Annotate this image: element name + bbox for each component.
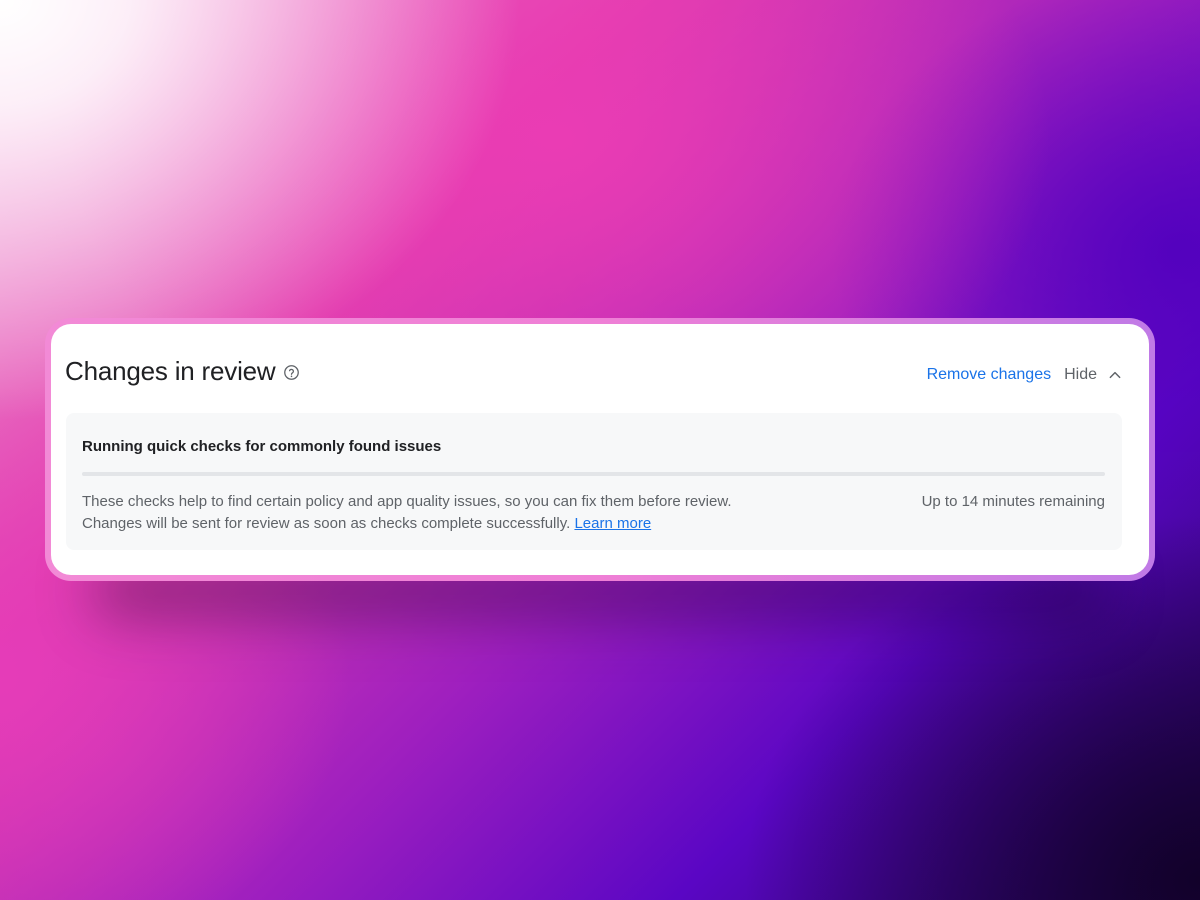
card-header: Changes in review Remove changes Hide: [65, 351, 1129, 391]
remove-changes-button[interactable]: Remove changes: [927, 366, 1052, 384]
checks-description-line1: These checks help to find certain policy…: [82, 493, 732, 510]
header-actions: Remove changes Hide: [927, 366, 1129, 384]
checks-panel: Running quick checks for commonly found …: [66, 413, 1122, 550]
card-title: Changes in review: [65, 355, 276, 386]
learn-more-link[interactable]: Learn more: [574, 515, 651, 532]
checks-description: These checks help to find certain policy…: [82, 491, 862, 535]
time-remaining: Up to 14 minutes remaining: [921, 493, 1105, 510]
hide-button-label: Hide: [1064, 366, 1097, 383]
chevron-up-icon: [1107, 367, 1123, 383]
checks-title: Running quick checks for commonly found …: [82, 438, 442, 455]
checks-description-line2: Changes will be sent for review as soon …: [82, 515, 571, 532]
changes-in-review-card: Changes in review Remove changes Hide Ru…: [51, 324, 1149, 575]
checks-progress-bar: [82, 472, 1105, 476]
help-circle-icon[interactable]: [283, 364, 300, 381]
card-frame: Changes in review Remove changes Hide Ru…: [45, 318, 1155, 581]
hide-button[interactable]: Hide: [1064, 366, 1123, 384]
